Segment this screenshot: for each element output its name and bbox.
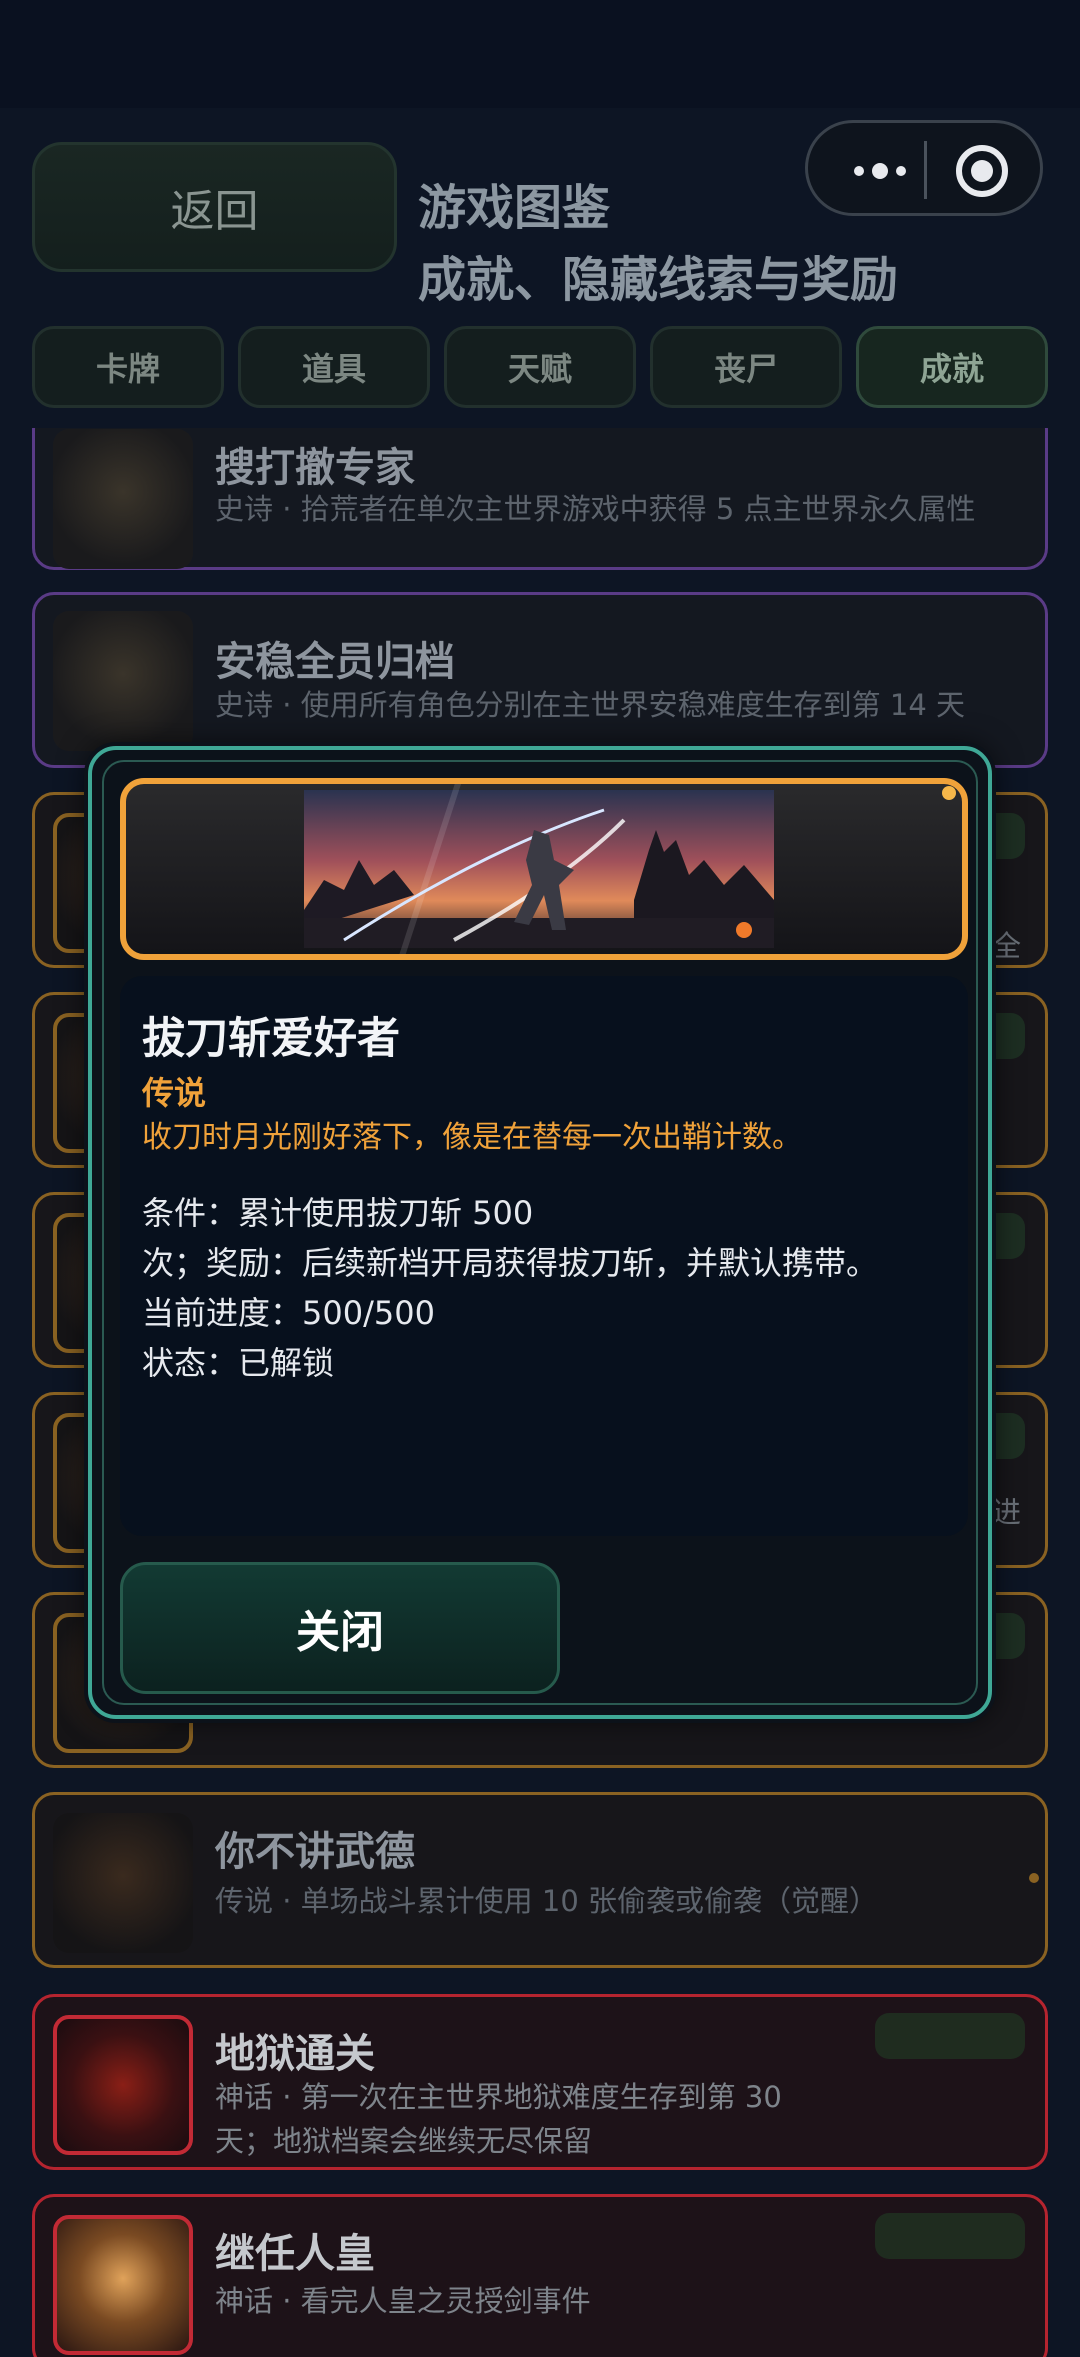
target-icon[interactable] <box>956 145 1008 197</box>
achievement-desc: 史诗 · 使用所有角色分别在主世界安稳难度生存到第 14 天 <box>215 688 965 722</box>
detail-flavor-text: 收刀时月光刚好落下，像是在替每一次出鞘计数。 <box>142 1120 802 1155</box>
achievement-name: 继任人皇 <box>215 2231 375 2277</box>
tab-cards[interactable]: 卡牌 <box>32 326 224 408</box>
achievement-card[interactable]: 地狱通关 神话 · 第一次在主世界地狱难度生存到第 30 天；地狱档案会继续无尽… <box>32 1994 1048 2170</box>
achievement-detail-modal: 拔刀斩爱好者 传说 收刀时月光刚好落下，像是在替每一次出鞘计数。 条件：累计使用… <box>88 746 992 1719</box>
detail-rarity: 传说 <box>142 1074 207 1112</box>
achievement-desc: 史诗 · 拾荒者在单次主世界游戏中获得 5 点主世界永久属性 <box>215 492 976 526</box>
app-screen: 返回 游戏图鉴 成就、隐藏线索与奖励 卡牌 道具 天赋 丧尸 成就 搜打撤专家 … <box>0 0 1080 2357</box>
achievement-desc: 传说 · 单场战斗累计使用 10 张偷袭或偷袭（觉醒） <box>215 1884 878 1918</box>
achievement-illustration <box>304 790 774 948</box>
detail-title: 拔刀斩爱好者 <box>142 1014 400 1064</box>
achievement-icon <box>53 1813 193 1953</box>
banner-corner-gem <box>942 786 956 800</box>
achievement-desc-line2: 天；地狱档案会继续无尽保留 <box>215 2124 593 2158</box>
achievement-icon <box>53 2015 193 2155</box>
achievement-card[interactable]: 你不讲武德 传说 · 单场战斗累计使用 10 张偷袭或偷袭（觉醒） <box>32 1792 1048 1968</box>
tab-items[interactable]: 道具 <box>238 326 430 408</box>
tab-talents[interactable]: 天赋 <box>444 326 636 408</box>
achievement-desc-tail: 进 <box>991 1495 1021 1529</box>
achievement-detail-panel: 拔刀斩爱好者 传说 收刀时月光刚好落下，像是在替每一次出鞘计数。 条件：累计使用… <box>120 976 968 1536</box>
tab-achievements[interactable]: 成就 <box>856 326 1048 408</box>
achievement-name: 你不讲武德 <box>215 1829 415 1875</box>
miniprogram-capsule <box>805 120 1043 216</box>
edge-dot <box>1029 1873 1039 1883</box>
achievement-name: 搜打撤专家 <box>215 445 415 491</box>
page-subtitle: 成就、隐藏线索与奖励 <box>418 252 899 308</box>
detail-progress: 当前进度：500/500 <box>142 1294 435 1332</box>
achievement-banner <box>120 778 968 960</box>
detail-condition: 条件：累计使用拔刀斩 500 <box>142 1194 534 1232</box>
achievement-card[interactable]: 搜打撤专家 史诗 · 拾荒者在单次主世界游戏中获得 5 点主世界永久属性 <box>32 428 1048 570</box>
close-button[interactable]: 关闭 <box>120 1562 560 1694</box>
achievement-desc: 神话 · 看完人皇之灵授剑事件 <box>215 2284 591 2318</box>
achievement-icon <box>53 429 193 569</box>
tab-bar: 卡牌 道具 天赋 丧尸 成就 <box>32 326 1048 408</box>
achievement-icon <box>53 611 193 751</box>
achievement-name: 安稳全员归档 <box>215 639 455 685</box>
achievement-desc: 神话 · 第一次在主世界地狱难度生存到第 30 <box>215 2080 782 2114</box>
achievement-card[interactable]: 安稳全员归档 史诗 · 使用所有角色分别在主世界安稳难度生存到第 14 天 <box>32 592 1048 768</box>
achievement-desc-tail: 全 <box>991 929 1021 963</box>
achievement-card[interactable]: 继任人皇 神话 · 看完人皇之灵授剑事件 <box>32 2194 1048 2357</box>
status-badge <box>875 2213 1025 2259</box>
back-button[interactable]: 返回 <box>32 142 397 272</box>
more-dots-icon[interactable] <box>840 153 920 189</box>
tab-zombies[interactable]: 丧尸 <box>650 326 842 408</box>
detail-reward: 次；奖励：后续新档开局获得拔刀斩，并默认携带。 <box>142 1244 879 1282</box>
page-title: 游戏图鉴 <box>418 180 611 236</box>
status-bar <box>0 0 1080 108</box>
status-badge <box>875 2013 1025 2059</box>
achievement-icon <box>53 2215 193 2355</box>
capsule-divider <box>924 141 927 199</box>
achievement-name: 地狱通关 <box>215 2031 375 2077</box>
detail-status: 状态：已解锁 <box>142 1344 335 1382</box>
